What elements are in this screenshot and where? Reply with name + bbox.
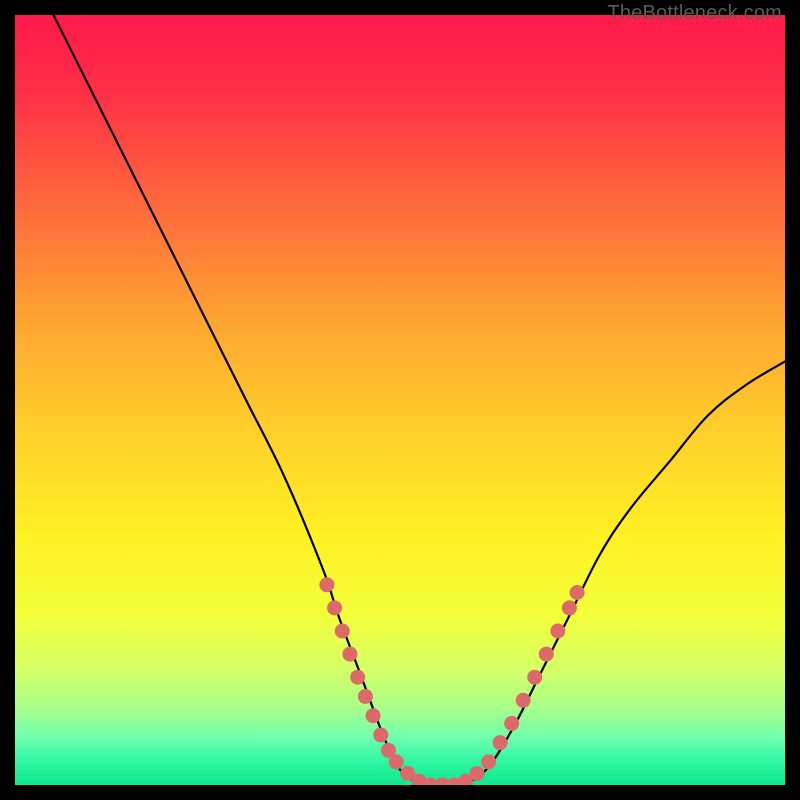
threshold-marker-dot xyxy=(373,727,388,742)
threshold-marker-dot xyxy=(350,670,365,685)
threshold-marker-dot xyxy=(504,716,519,731)
gradient-background xyxy=(15,15,785,785)
threshold-marker-dot xyxy=(481,754,496,769)
threshold-marker-dot xyxy=(358,689,373,704)
threshold-marker-dot xyxy=(550,624,565,639)
threshold-marker-dot xyxy=(366,708,381,723)
threshold-marker-dot xyxy=(570,585,585,600)
threshold-marker-dot xyxy=(342,647,357,662)
threshold-marker-dot xyxy=(335,624,350,639)
threshold-marker-dot xyxy=(470,766,485,781)
chart-svg xyxy=(15,15,785,785)
threshold-marker-dot xyxy=(539,647,554,662)
threshold-marker-dot xyxy=(319,577,334,592)
threshold-marker-dot xyxy=(327,600,342,615)
threshold-marker-dot xyxy=(389,754,404,769)
threshold-marker-dot xyxy=(527,670,542,685)
chart-frame xyxy=(15,15,785,785)
threshold-marker-dot xyxy=(562,600,577,615)
threshold-marker-dot xyxy=(516,693,531,708)
watermark-text: TheBottleneck.com xyxy=(607,2,782,25)
threshold-marker-dot xyxy=(493,735,508,750)
